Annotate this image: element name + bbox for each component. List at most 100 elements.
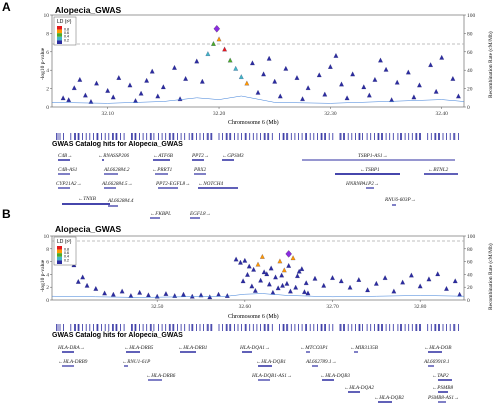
catalog-hit <box>177 324 178 331</box>
snp-point <box>288 288 293 294</box>
catalog-hit <box>207 133 209 140</box>
catalog-hit <box>93 133 94 140</box>
y2-tick-label: 0 <box>467 298 470 304</box>
snp-point <box>295 273 300 278</box>
catalog-hit <box>294 324 296 331</box>
snp-point <box>279 272 285 278</box>
catalog-hit <box>123 133 125 140</box>
snp-point <box>417 82 422 88</box>
y-tick-label: 8 <box>46 247 49 253</box>
catalog-hit <box>237 133 239 140</box>
gene-tsbp1: ←TSBP1 <box>335 167 400 175</box>
snp-point <box>261 71 266 77</box>
snp-point <box>116 75 122 80</box>
catalog-hit <box>332 133 334 140</box>
snp-point <box>138 90 144 96</box>
catalog-hit <box>260 324 261 331</box>
catalog-hit <box>169 324 171 331</box>
catalog-hit <box>153 324 155 331</box>
svg-text:←HLA-DQB3: ←HLA-DQB3 <box>320 373 350 379</box>
y2-axis-label: Recombination Rate (cM/Mb) <box>487 243 494 310</box>
catalog-hit <box>347 133 349 140</box>
legend-swatch <box>57 40 62 44</box>
snp-point <box>435 271 441 277</box>
catalog-hit <box>419 324 420 331</box>
catalog-hit <box>397 324 399 331</box>
legend-label: 0.2 <box>64 258 69 262</box>
catalog-hit <box>442 324 444 331</box>
catalog-hit <box>362 324 363 331</box>
catalog-hit <box>173 133 175 140</box>
y2-axis-label: Recombination Rate (cM/Mb) <box>487 31 494 98</box>
catalog-hit <box>63 324 64 331</box>
snp-point <box>181 291 186 297</box>
catalog-hit <box>340 324 342 331</box>
catalog-hit <box>161 324 163 331</box>
catalog-hit <box>75 324 76 331</box>
y2-axis: 0 20 40 60 80 100 <box>464 13 476 111</box>
snp-point <box>347 284 353 290</box>
catalog-hit <box>234 133 235 140</box>
gene-fkbpl: ←FKBPL <box>150 211 171 219</box>
svg-text:AL662884.5→: AL662884.5→ <box>101 180 133 187</box>
catalog-hit <box>305 324 307 331</box>
snp-point <box>339 81 344 87</box>
catalog-hit <box>340 133 342 140</box>
catalog-hit <box>89 133 91 140</box>
catalog-hit <box>271 324 273 331</box>
catalog-hit <box>404 324 406 331</box>
catalog-hit <box>392 324 394 331</box>
catalog-hit <box>75 133 76 140</box>
catalog-hit <box>134 133 136 140</box>
catalog-hit <box>82 133 83 140</box>
snp-point <box>177 96 183 102</box>
catalog-hit <box>210 324 212 331</box>
svg-text:←NOTCH4: ←NOTCH4 <box>198 180 223 187</box>
y2-tick-label: 40 <box>467 68 473 74</box>
snp-point <box>242 257 248 263</box>
catalog-hit <box>146 324 148 331</box>
x-axis: 32.50 32.60 32.70 32.80 <box>151 300 427 310</box>
catalog-hit <box>93 324 94 331</box>
catalog-hit <box>226 133 228 140</box>
svg-text:HLA-DQA1→: HLA-DQA1→ <box>239 345 270 351</box>
catalog-hit <box>374 133 375 140</box>
catalog-hit <box>191 133 193 140</box>
catalog-hit <box>411 133 413 140</box>
catalog-hit <box>70 133 72 140</box>
catalog-hit <box>218 324 220 331</box>
svg-text:←HLA-DQB2: ←HLA-DQB2 <box>374 395 404 401</box>
x-axis-label: Chromosome 6 (Mb) <box>228 119 279 126</box>
catalog-hit <box>211 133 213 140</box>
catalog-hit <box>77 324 79 331</box>
catalog-hit <box>298 133 299 140</box>
catalog-hit <box>115 324 117 331</box>
svg-text:←HLA-DOB: ←HLA-DOB <box>424 345 452 351</box>
snp-point <box>321 282 327 288</box>
catalog-hit <box>358 133 360 140</box>
snp-point <box>284 280 290 286</box>
catalog-hit <box>158 133 159 140</box>
snp-point <box>137 289 143 295</box>
gene-hla-drb9: ←HLA-DRB9 <box>58 359 88 367</box>
catalog-hit <box>325 133 326 140</box>
snp-point <box>102 290 107 296</box>
catalog-hit <box>332 324 334 331</box>
snp-point <box>361 84 367 90</box>
catalog-hit <box>263 133 265 140</box>
catalog-hit <box>279 133 280 140</box>
catalog-hit <box>203 133 204 140</box>
x-tick-label: 32.20 <box>213 111 226 117</box>
snp-point <box>238 74 244 79</box>
snp-point <box>328 64 333 69</box>
snp-point <box>275 285 281 291</box>
gene-hla-dqb2: ←HLA-DQB2 <box>374 395 404 403</box>
catalog-hit <box>97 324 99 331</box>
gene-track: C4B→ ←RNASSP206 ←ATF6B PPT2→ ←GPSM3 C4B-… <box>56 152 458 219</box>
catalog-hit <box>321 133 323 140</box>
catalog-hit <box>203 324 204 331</box>
catalog-hit <box>199 324 201 331</box>
snp-point <box>277 258 283 264</box>
catalog-hit <box>74 324 75 331</box>
snp-point <box>426 276 432 282</box>
